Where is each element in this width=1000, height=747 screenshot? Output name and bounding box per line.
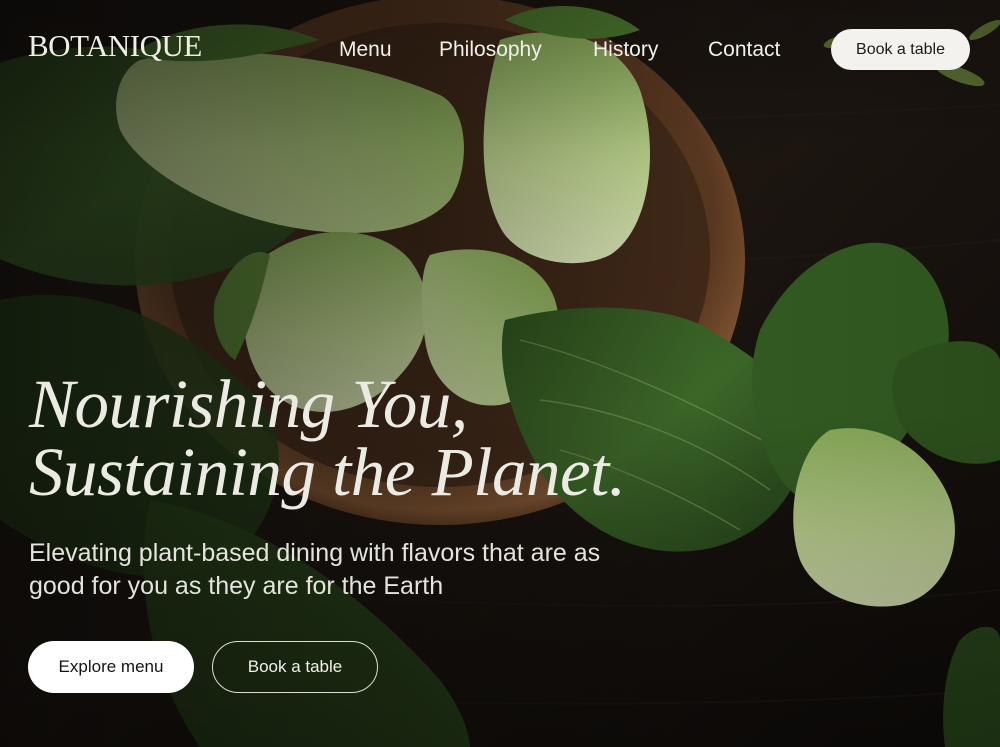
hero-headline-line2: Sustaining the Planet. bbox=[29, 434, 626, 510]
brand-logo[interactable]: BOTANIQUE bbox=[28, 30, 202, 61]
nav-link-contact[interactable]: Contact bbox=[708, 38, 808, 62]
hero-section: BOTANIQUE Menu Philosophy History Contac… bbox=[0, 0, 1000, 747]
nav-link-menu[interactable]: Menu bbox=[339, 38, 439, 62]
nav-link-history[interactable]: History bbox=[593, 38, 708, 62]
hero-headline-line1: Nourishing You, bbox=[29, 366, 468, 442]
book-table-button-hero[interactable]: Book a table bbox=[212, 641, 378, 693]
hero-headline: Nourishing You, Sustaining the Planet. bbox=[29, 366, 626, 510]
nav-link-philosophy[interactable]: Philosophy bbox=[439, 38, 593, 62]
main-nav: Menu Philosophy History Contact bbox=[339, 38, 808, 62]
explore-menu-button[interactable]: Explore menu bbox=[28, 641, 194, 693]
hero-subtitle: Elevating plant-based dining with flavor… bbox=[29, 539, 601, 600]
book-table-button-nav[interactable]: Book a table bbox=[831, 29, 970, 70]
